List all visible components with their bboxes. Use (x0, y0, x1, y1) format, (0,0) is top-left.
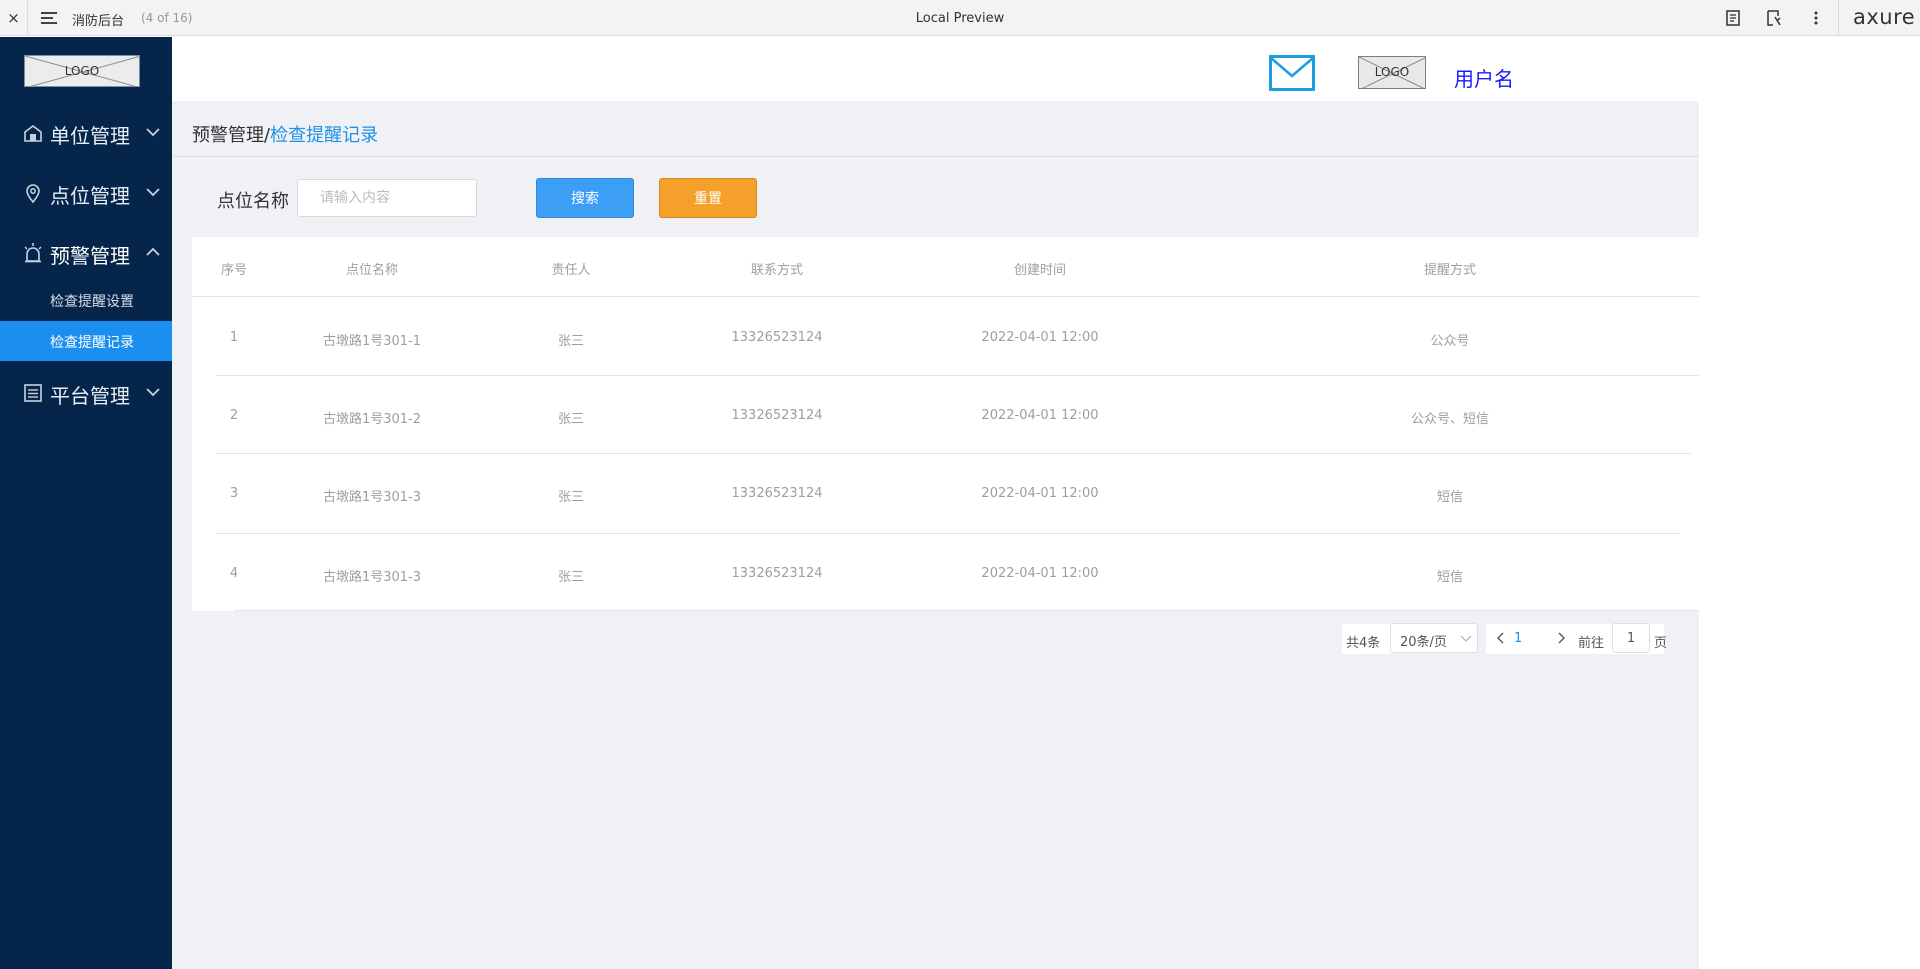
cell-reminder-method: 短信 (1436, 490, 1464, 505)
cell-owner: 张三 (557, 334, 585, 349)
sidebar-subitem-label: 检查提醒记录 (50, 335, 134, 351)
table-row: 3 古墩路1号301-3 张三 13326523124 2022-04-01 1… (192, 454, 1699, 532)
table-row: 1 古墩路1号301-1 张三 13326523124 2022-04-01 1… (192, 298, 1699, 376)
next-page-button[interactable] (1550, 624, 1572, 652)
filter-label: 点位名称 (217, 191, 289, 212)
search-button[interactable]: 搜索 (536, 178, 634, 218)
menu-icon[interactable] (38, 9, 60, 27)
sidebar-subitem-reminder-records[interactable]: 检查提醒记录 (0, 321, 172, 361)
cell-contact: 13326523124 (731, 330, 823, 345)
cell-created-time: 2022-04-01 12:00 (981, 566, 1099, 581)
location-pin-icon (26, 184, 40, 204)
breadcrumb: 预警管理/检查提醒记录 (192, 121, 378, 147)
preview-toolbar: × 消防后台 (4 of 16) Local Preview axure (0, 0, 1920, 36)
breadcrumb-divider (172, 156, 1699, 157)
chevron-down-icon (1460, 635, 1472, 642)
cell-index: 3 (229, 486, 239, 501)
chevron-right-icon (1558, 632, 1565, 644)
cell-contact: 13326523124 (731, 486, 823, 501)
reset-button[interactable]: 重置 (659, 178, 757, 218)
cell-owner: 张三 (557, 412, 585, 427)
cell-index: 1 (229, 330, 239, 345)
sidebar-item-label: 平台管理 (50, 384, 130, 408)
close-icon[interactable]: × (0, 0, 28, 36)
goto-label: 前往 (1578, 636, 1605, 651)
sidebar-item-unit-management[interactable]: 单位管理 (0, 112, 172, 152)
toolbar-divider (1838, 0, 1839, 36)
chevron-down-icon (146, 388, 160, 397)
cell-contact: 13326523124 (731, 408, 823, 423)
sidebar-logo: LOGO (24, 55, 140, 87)
column-header-index: 序号 (220, 263, 248, 278)
table-row: 4 古墩路1号301-3 张三 13326523124 2022-04-01 1… (192, 534, 1699, 612)
table-header: 序号 点位名称 责任人 联系方式 创建时间 提醒方式 (192, 237, 1699, 297)
records-table: 序号 点位名称 责任人 联系方式 创建时间 提醒方式 1 古墩路1号301-1 … (192, 237, 1699, 611)
sidebar-item-label: 预警管理 (50, 244, 130, 268)
cell-index: 4 (229, 566, 239, 581)
page-size-select[interactable]: 20条/页 (1390, 623, 1478, 653)
cell-point-name: 古墩路1号301-2 (322, 412, 422, 427)
page-suffix: 页 (1654, 636, 1668, 651)
sidebar: LOGO 单位管理 点位管理 预警管理 检查提醒设置 检查提醒记录 平台管理 (0, 37, 172, 969)
sidebar-logo-text: LOGO (64, 64, 100, 78)
column-header-contact: 联系方式 (750, 263, 804, 278)
cell-created-time: 2022-04-01 12:00 (981, 486, 1099, 501)
sidebar-item-point-management[interactable]: 点位管理 (0, 172, 172, 212)
sidebar-item-label: 单位管理 (50, 124, 130, 148)
goto-page-input[interactable] (1612, 623, 1650, 653)
current-page-number[interactable]: 1 (1514, 631, 1522, 646)
sidebar-item-label: 点位管理 (50, 184, 130, 208)
row-divider (234, 610, 1699, 611)
notes-icon[interactable] (1723, 8, 1743, 28)
sidebar-subitem-reminder-settings[interactable]: 检查提醒设置 (0, 280, 172, 320)
cell-point-name: 古墩路1号301-3 (322, 570, 422, 585)
table-row: 2 古墩路1号301-2 张三 13326523124 2022-04-01 1… (192, 376, 1699, 454)
pagination-total-text: 共4条 (1346, 636, 1381, 651)
chevron-down-icon (146, 188, 160, 197)
chevron-left-icon (1497, 632, 1504, 644)
breadcrumb-current[interactable]: 检查提醒记录 (270, 125, 378, 146)
header-logo-text: LOGO (1374, 65, 1410, 79)
cell-owner: 张三 (557, 490, 585, 505)
breadcrumb-parent[interactable]: 预警管理 (192, 125, 264, 146)
cell-created-time: 2022-04-01 12:00 (981, 408, 1099, 423)
cell-reminder-method: 公众号 (1430, 334, 1470, 349)
page-size-value: 20条/页 (1400, 635, 1447, 650)
page-counter: (4 of 16) (141, 11, 193, 25)
cell-reminder-method: 短信 (1436, 570, 1464, 585)
preview-label: Local Preview (915, 11, 1005, 26)
pagination-total: 共4条 (1342, 624, 1392, 654)
sidebar-subitem-label: 检查提醒设置 (50, 294, 134, 310)
inspect-icon[interactable] (1764, 8, 1784, 28)
more-icon[interactable] (1806, 8, 1826, 28)
main-content: 预警管理/检查提醒记录 点位名称 搜索 重置 序号 点位名称 责任人 联系方式 … (172, 101, 1699, 969)
sidebar-item-platform-management[interactable]: 平台管理 (0, 372, 172, 412)
chevron-down-icon (146, 128, 160, 137)
list-icon (24, 384, 42, 402)
cell-index: 2 (229, 408, 239, 423)
column-header-point-name: 点位名称 (345, 263, 399, 278)
cell-contact: 13326523124 (731, 566, 823, 581)
cell-owner: 张三 (557, 570, 585, 585)
cell-created-time: 2022-04-01 12:00 (981, 330, 1099, 345)
point-name-input[interactable] (297, 179, 477, 217)
username-link[interactable]: 用户名 (1454, 63, 1514, 92)
prev-page-button[interactable] (1490, 624, 1512, 652)
column-header-created-time: 创建时间 (1013, 263, 1067, 278)
building-icon (24, 125, 42, 142)
axure-brand: axure (1853, 5, 1916, 29)
column-header-owner: 责任人 (551, 263, 591, 278)
alarm-icon (24, 243, 42, 263)
cell-reminder-method: 公众号、短信 (1410, 412, 1490, 427)
chevron-up-icon (146, 247, 160, 256)
cell-point-name: 古墩路1号301-1 (322, 334, 422, 349)
project-title: 消防后台 (72, 14, 125, 29)
sidebar-item-warning-management[interactable]: 预警管理 (0, 232, 172, 272)
column-header-reminder-method: 提醒方式 (1423, 263, 1477, 278)
cell-point-name: 古墩路1号301-3 (322, 490, 422, 505)
mail-icon[interactable] (1269, 55, 1315, 91)
header-logo: LOGO (1358, 56, 1426, 89)
